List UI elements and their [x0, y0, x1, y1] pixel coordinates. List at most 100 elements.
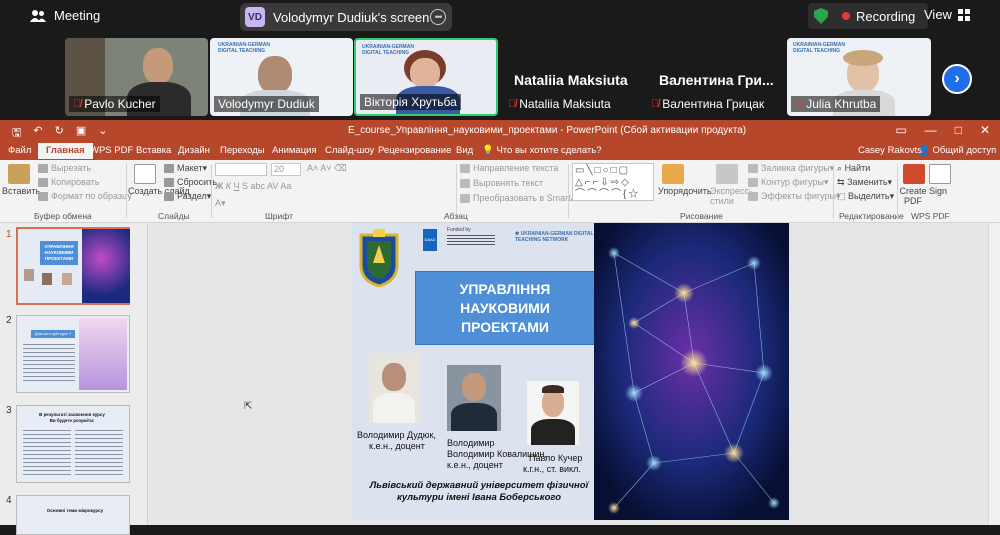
create-pdf-button[interactable]: Create PDF: [899, 186, 927, 206]
more-options-icon[interactable]: •••: [430, 9, 446, 25]
brush-icon: [38, 192, 48, 202]
ribbon-home: Вставить Вырезать Копировать Формат по о…: [0, 160, 1000, 223]
shapes-gallery[interactable]: ▭╲□○□▢ △⌐⌐⇩⇨◇ ⌒⌒⌒⌒{☆: [572, 163, 654, 201]
align-text-button[interactable]: Выровнять текст: [460, 178, 543, 189]
lightbulb-icon: 💡: [482, 145, 497, 156]
sign-button[interactable]: Sign: [929, 186, 947, 196]
layout-icon: [164, 164, 174, 174]
font-color-button[interactable]: A▾: [215, 198, 226, 209]
replace-button[interactable]: ⇆ Заменить▾: [837, 177, 892, 188]
participant-name: Volodymyr Dudiuk: [218, 97, 315, 111]
participant-tile[interactable]: UKRAINIAN-GERMAN DIGITAL TEACHING 🎙̸ Julia…: [787, 38, 931, 116]
slide-canvas[interactable]: ⇱ DAAD Funded by ✱ UKRAINIAN-GERMAN DIGI…: [148, 223, 1000, 525]
font-name-input[interactable]: [215, 163, 267, 176]
grid-view-icon: [957, 8, 970, 21]
participant-tile[interactable]: Валентина Гри... 🎙̸ Валентина Грицак: [643, 38, 785, 116]
participant-gallery: 🎙̸ Pavlo Kucher UKRAINIAN-GERMAN DIGITAL T…: [0, 34, 1000, 120]
photo-kucher: [527, 381, 579, 445]
photo-dudiuk: [369, 353, 419, 423]
new-slide-icon: [134, 164, 156, 184]
shape-outline-button[interactable]: Контур фигуры▾: [748, 177, 828, 188]
vertical-scrollbar[interactable]: [988, 223, 1000, 525]
ribbon-display-icon[interactable]: ▭: [895, 123, 906, 137]
reset-button[interactable]: Сбросить: [164, 177, 217, 188]
tab-home[interactable]: Главная: [38, 143, 93, 159]
undo-icon[interactable]: ↶: [33, 124, 42, 143]
next-page-arrow-icon[interactable]: ›: [942, 64, 972, 94]
slide-thumbnail-1[interactable]: УПРАВЛІННЯ НАУКОВИМИ ПРОЕКТАМИ: [16, 227, 130, 305]
university-name: Львівський державний університет фізично…: [369, 480, 589, 503]
shape-fill-button[interactable]: Заливка фигуры▾: [748, 163, 834, 174]
slide-thumbnails-pane: 1 УПРАВЛІННЯ НАУКОВИМИ ПРОЕКТАМИ 2 Для к…: [0, 223, 148, 535]
meeting-label: Meeting: [54, 8, 101, 23]
text-direction-icon: [460, 164, 470, 174]
group-label: Редактирование: [839, 211, 904, 221]
text-direction-button[interactable]: Направление текста: [460, 163, 558, 174]
group-label: Шрифт: [265, 211, 293, 221]
participant-name: Julia Khrutba: [806, 97, 877, 111]
smartart-button[interactable]: Преобразовать в SmartArt: [460, 193, 582, 204]
section-button[interactable]: Раздел▾: [164, 191, 211, 202]
share-button[interactable]: 👤 Общий доступ: [918, 145, 996, 156]
thumbnail-title: Основні теми мікрокурсу: [46, 508, 104, 513]
slide-number: 1: [6, 229, 12, 240]
group-slides: Создать слайд Макет▾ Сбросить Раздел▾ Сл…: [128, 160, 217, 223]
group-font: 20 A˄ A˅ ⌫ Ж К Ч S abc AV Aa A▾ Шрифт: [213, 160, 453, 223]
start-slideshow-icon[interactable]: ▣: [76, 124, 86, 143]
window-title: E_course_Управління_науковими_проектами …: [348, 125, 747, 136]
thumbnail-title: В результаті засвоєння курсу Ви будете р…: [39, 412, 105, 423]
slide-thumbnail-4[interactable]: Основні теми мікрокурсу: [16, 495, 130, 535]
daad-logo: DAAD: [423, 229, 437, 251]
muted-mic-icon: 🎙̸: [651, 98, 660, 110]
minimize-icon[interactable]: —: [925, 123, 937, 137]
recording-indicator[interactable]: Recording: [808, 3, 928, 29]
participant-name: Валентина Грицак: [662, 97, 765, 111]
tab-wps-pdf[interactable]: WPS PDF: [90, 145, 133, 156]
arrange-button[interactable]: Упорядочить: [658, 186, 712, 196]
tab-insert[interactable]: Вставка: [136, 145, 171, 156]
maximize-icon[interactable]: □: [955, 123, 962, 137]
close-icon[interactable]: ✕: [980, 123, 990, 137]
select-button[interactable]: ⬚ Выделить▾: [837, 191, 894, 202]
participant-tile[interactable]: 🎙̸ Pavlo Kucher: [65, 38, 208, 116]
meeting-menu[interactable]: Meeting: [30, 8, 100, 23]
font-size-input[interactable]: 20: [271, 163, 301, 176]
current-slide[interactable]: DAAD Funded by ✱ UKRAINIAN-GERMAN DIGITA…: [351, 223, 789, 520]
slide-title-box[interactable]: УПРАВЛІННЯ НАУКОВИМИ ПРОЕКТАМИ: [415, 271, 595, 345]
view-button[interactable]: View: [924, 7, 970, 22]
powerpoint-window: 🖫 ↶ ↻ ▣ ⌄ E_course_Управління_науковими_…: [0, 120, 1000, 535]
tab-slideshow[interactable]: Слайд-шоу: [325, 145, 374, 156]
tell-me-search[interactable]: 💡 Что вы хотите сделать?: [482, 145, 602, 156]
participant-tile[interactable]: Nataliia Maksiuta 🎙̸ Nataliia Maksiuta: [500, 38, 642, 116]
paste-button[interactable]: Вставить: [2, 186, 40, 196]
sign-icon: [929, 164, 951, 184]
tab-animations[interactable]: Анимация: [272, 145, 317, 156]
find-icon: ⌕: [837, 163, 843, 173]
find-button[interactable]: ⌕ Найти: [837, 163, 870, 174]
tab-file[interactable]: Файл: [8, 145, 31, 156]
save-icon[interactable]: 🖫: [12, 124, 21, 143]
user-name: Casey Rakovtsi: [858, 145, 924, 156]
participant-tile[interactable]: UKRAINIAN-GERMAN DIGITAL TEACHING Volodym…: [210, 38, 353, 116]
shape-effects-button[interactable]: Эффекты фигуры▾: [748, 191, 841, 202]
screen-share-indicator[interactable]: VD Volodymyr Dudiuk's screen •••: [240, 3, 452, 31]
cut-button[interactable]: Вырезать: [38, 163, 91, 174]
customize-toolbar-icon[interactable]: ⌄: [98, 124, 107, 143]
ribbon-tabs: Файл Главная WPS PDF Вставка Дизайн Пере…: [0, 142, 1000, 160]
copy-button[interactable]: Копировать: [38, 177, 99, 188]
redo-icon[interactable]: ↻: [55, 124, 64, 143]
thumbnail-title: УПРАВЛІННЯ НАУКОВИМИ ПРОЕКТАМИ: [40, 241, 78, 265]
font-size-buttons[interactable]: A˄ A˅ ⌫: [307, 163, 347, 174]
tab-review[interactable]: Рецензирование: [378, 145, 451, 156]
reset-icon: [164, 178, 174, 188]
tab-design[interactable]: Дизайн: [178, 145, 210, 156]
format-painter-button[interactable]: Формат по образцу: [38, 191, 132, 202]
quick-access-toolbar: 🖫 ↶ ↻ ▣ ⌄: [12, 124, 107, 143]
participant-tile-active-speaker[interactable]: UKRAINIAN-GERMAN DIGITAL TEACHING Вікторі…: [354, 38, 498, 116]
tab-view[interactable]: Вид: [456, 145, 473, 156]
tab-transitions[interactable]: Переходы: [220, 145, 265, 156]
slide-thumbnail-2[interactable]: Для кого цей курс ?: [16, 315, 130, 393]
slide-thumbnail-3[interactable]: В результаті засвоєння курсу Ви будете р…: [16, 405, 130, 483]
font-style-buttons[interactable]: Ж К Ч S abc AV Aa: [215, 181, 291, 191]
layout-button[interactable]: Макет▾: [164, 163, 207, 174]
